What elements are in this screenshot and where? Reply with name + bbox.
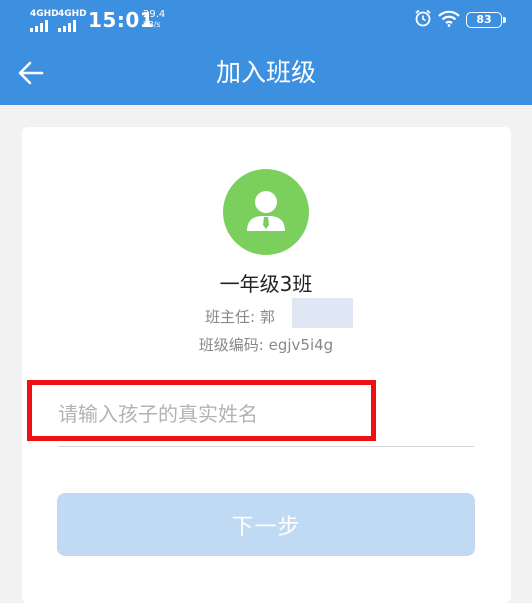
next-step-button[interactable]: 下一步: [57, 493, 475, 556]
signal-bars-icon: [58, 20, 87, 32]
head-teacher: 班主任: 郭: [205, 308, 275, 326]
signal-indicator-1: 4GHD: [30, 10, 59, 32]
redaction-mask: [292, 298, 353, 328]
battery-indicator: 83: [466, 12, 506, 28]
speed-unit: KB/s: [143, 20, 161, 29]
signal-bars-icon: [30, 20, 59, 32]
signal-label: 4GHD: [58, 9, 87, 19]
input-underline: [58, 446, 474, 447]
child-name-input[interactable]: [58, 392, 474, 436]
class-name: 一年级3班: [219, 272, 313, 296]
network-speed: 29.4 KB/s: [143, 10, 165, 30]
status-bar: 4GHD 4GHD 15:01 29.4 KB/s 83: [0, 0, 532, 40]
teacher-avatar: [223, 169, 309, 255]
wifi-icon: [438, 10, 460, 27]
signal-label: 4GHD: [30, 9, 59, 19]
class-code: 班级编码: egjv5i4g: [198, 336, 334, 354]
alarm-clock-icon: [415, 9, 431, 27]
page-title: 加入班级: [215, 58, 316, 87]
signal-indicator-2: 4GHD: [58, 10, 87, 32]
person-icon: [247, 191, 285, 231]
app-header: 4GHD 4GHD 15:01 29.4 KB/s 83 加入班级: [0, 0, 532, 105]
speed-value: 29.4: [143, 9, 166, 20]
